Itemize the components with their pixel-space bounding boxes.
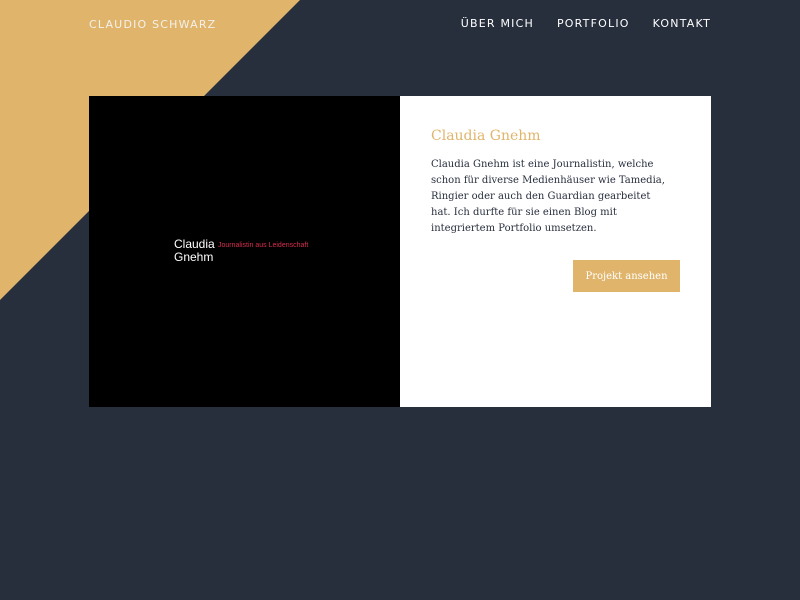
nav-item-portfolio[interactable]: PORTFOLIO: [557, 17, 630, 30]
view-project-button[interactable]: Projekt ansehen: [573, 260, 680, 292]
logo-name: Claudia Gnehm: [174, 237, 215, 264]
project-title: Claudia Gnehm: [431, 128, 541, 144]
brand-link[interactable]: CLAUDIO SCHWARZ: [89, 18, 216, 31]
nav-item-ueber-mich[interactable]: ÜBER MICH: [461, 17, 534, 30]
main-nav: ÜBER MICH PORTFOLIO KONTAKT: [461, 17, 711, 30]
logo-tagline: Journalistin aus Leidenschaft: [218, 242, 309, 249]
project-image[interactable]: Claudia Gnehm Journalistin aus Leidensch…: [89, 96, 400, 407]
project-logo: Claudia Gnehm Journalistin aus Leidensch…: [174, 238, 308, 264]
project-description: Claudia Gnehm ist eine Journalistin, wel…: [431, 159, 665, 234]
project-details: Claudia Gnehm Claudia Gnehm ist eine Jou…: [400, 96, 711, 407]
site-header: CLAUDIO SCHWARZ ÜBER MICH PORTFOLIO KONT…: [0, 0, 800, 50]
nav-item-kontakt[interactable]: KONTAKT: [653, 17, 711, 30]
project-card: Claudia Gnehm Journalistin aus Leidensch…: [89, 96, 711, 407]
